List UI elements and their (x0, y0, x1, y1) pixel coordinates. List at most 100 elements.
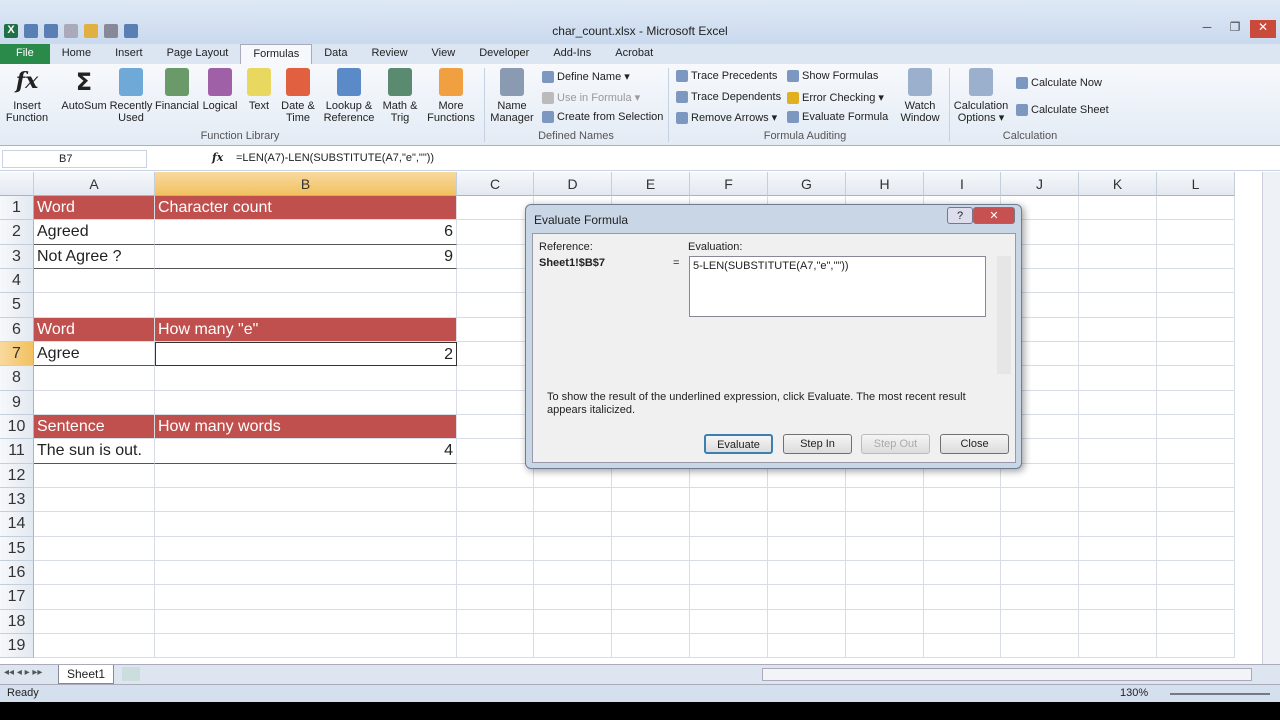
cell-J13[interactable] (1001, 487, 1079, 513)
recently-used-button[interactable]: Recently Used (108, 68, 154, 124)
cell-B9[interactable] (155, 390, 457, 415)
cell-C13[interactable] (457, 487, 534, 513)
more-functions-button[interactable]: More Functions (422, 68, 480, 124)
cell-E16[interactable] (612, 560, 690, 586)
cell-A13[interactable] (34, 487, 155, 513)
row-header-6[interactable]: 6 (0, 317, 34, 342)
vertical-scrollbar[interactable] (1262, 172, 1280, 664)
dialog-close-icon[interactable]: ✕ (973, 207, 1015, 224)
cell-K9[interactable] (1079, 390, 1157, 415)
cell-I14[interactable] (924, 512, 1001, 537)
cell-B14[interactable] (155, 512, 457, 537)
cell-B16[interactable] (155, 560, 457, 586)
cell-K1[interactable] (1079, 196, 1157, 221)
cell-L10[interactable] (1157, 414, 1235, 440)
cell-K7[interactable] (1079, 341, 1157, 367)
use-in-formula-button[interactable]: Use in Formula ▾ (542, 91, 640, 104)
column-header-B[interactable]: B (155, 172, 457, 196)
cell-K8[interactable] (1079, 366, 1157, 391)
cell-B2[interactable]: 6 (155, 220, 457, 245)
trace-precedents-button[interactable]: Trace Precedents (676, 70, 777, 82)
cell-G16[interactable] (768, 560, 846, 586)
cell-D17[interactable] (534, 585, 612, 610)
cell-K12[interactable] (1079, 463, 1157, 488)
cell-B11[interactable]: 4 (155, 439, 457, 464)
minimize-icon[interactable]: ─ (1194, 20, 1220, 38)
show-formulas-button[interactable]: Show Formulas (787, 70, 878, 82)
column-header-I[interactable]: I (924, 172, 1001, 196)
cell-A5[interactable] (34, 293, 155, 318)
cell-E14[interactable] (612, 512, 690, 537)
cell-A18[interactable] (34, 609, 155, 634)
cell-L13[interactable] (1157, 487, 1235, 513)
cell-K18[interactable] (1079, 609, 1157, 634)
cell-E18[interactable] (612, 609, 690, 634)
evaluate-button[interactable]: Evaluate (704, 434, 773, 454)
cell-K14[interactable] (1079, 512, 1157, 537)
calculation-options-button[interactable]: Calculation Options ▾ (952, 68, 1010, 124)
tab-review[interactable]: Review (359, 44, 419, 64)
cell-A6[interactable]: Word (34, 317, 155, 342)
row-header-14[interactable]: 14 (0, 512, 34, 537)
cell-A8[interactable] (34, 366, 155, 391)
cell-K2[interactable] (1079, 220, 1157, 245)
row-header-12[interactable]: 12 (0, 463, 34, 488)
cell-F19[interactable] (690, 633, 768, 659)
cell-C2[interactable] (457, 220, 534, 245)
tab-formulas[interactable]: Formulas (240, 44, 313, 64)
tab-acrobat[interactable]: Acrobat (603, 44, 665, 64)
cell-B7[interactable]: 2 (155, 341, 457, 367)
calculate-sheet-button[interactable]: Calculate Sheet (1016, 104, 1109, 116)
row-header-15[interactable]: 15 (0, 536, 34, 561)
cell-B13[interactable] (155, 487, 457, 513)
tab-home[interactable]: Home (50, 44, 103, 64)
cell-D14[interactable] (534, 512, 612, 537)
cell-B3[interactable]: 9 (155, 244, 457, 269)
cell-A10[interactable]: Sentence (34, 414, 155, 440)
logical-button[interactable]: Logical (200, 68, 240, 112)
zoom-level[interactable]: 130% (1120, 687, 1148, 699)
cell-C11[interactable] (457, 439, 534, 464)
date-time-button[interactable]: Date & Time (278, 68, 318, 124)
row-header-18[interactable]: 18 (0, 609, 34, 634)
cell-L7[interactable] (1157, 341, 1235, 367)
row-header-1[interactable]: 1 (0, 196, 34, 221)
cell-G13[interactable] (768, 487, 846, 513)
watch-window-button[interactable]: Watch Window (896, 68, 944, 124)
text-button[interactable]: Text (244, 68, 274, 112)
cell-F16[interactable] (690, 560, 768, 586)
row-header-16[interactable]: 16 (0, 560, 34, 586)
trace-dependents-button[interactable]: Trace Dependents (676, 91, 781, 103)
insert-function-button[interactable]: fx Insert Function (4, 68, 50, 124)
error-checking-button[interactable]: Error Checking ▾ (787, 91, 884, 104)
cell-A19[interactable] (34, 633, 155, 659)
cell-B8[interactable] (155, 366, 457, 391)
cell-B1[interactable]: Character count (155, 196, 457, 221)
cell-A15[interactable] (34, 536, 155, 561)
cell-E13[interactable] (612, 487, 690, 513)
cell-B5[interactable] (155, 293, 457, 318)
cell-C17[interactable] (457, 585, 534, 610)
row-header-2[interactable]: 2 (0, 220, 34, 245)
cell-C8[interactable] (457, 366, 534, 391)
cell-A4[interactable] (34, 268, 155, 294)
cell-I17[interactable] (924, 585, 1001, 610)
cell-A1[interactable]: Word (34, 196, 155, 221)
tab-page-layout[interactable]: Page Layout (155, 44, 241, 64)
cell-H15[interactable] (846, 536, 924, 561)
cell-J15[interactable] (1001, 536, 1079, 561)
cell-A2[interactable]: Agreed (34, 220, 155, 245)
zoom-slider[interactable] (1170, 693, 1270, 695)
cell-L4[interactable] (1157, 268, 1235, 294)
formula-input[interactable]: =LEN(A7)-LEN(SUBSTITUTE(A7,"e","")) (236, 152, 434, 164)
cell-H14[interactable] (846, 512, 924, 537)
help-button[interactable]: ? (947, 207, 973, 224)
name-box[interactable]: B7 (2, 150, 147, 168)
cell-E17[interactable] (612, 585, 690, 610)
cell-I13[interactable] (924, 487, 1001, 513)
restore-icon[interactable]: ❐ (1222, 20, 1248, 38)
cell-C5[interactable] (457, 293, 534, 318)
column-header-A[interactable]: A (34, 172, 155, 196)
row-header-13[interactable]: 13 (0, 487, 34, 513)
row-header-3[interactable]: 3 (0, 244, 34, 269)
